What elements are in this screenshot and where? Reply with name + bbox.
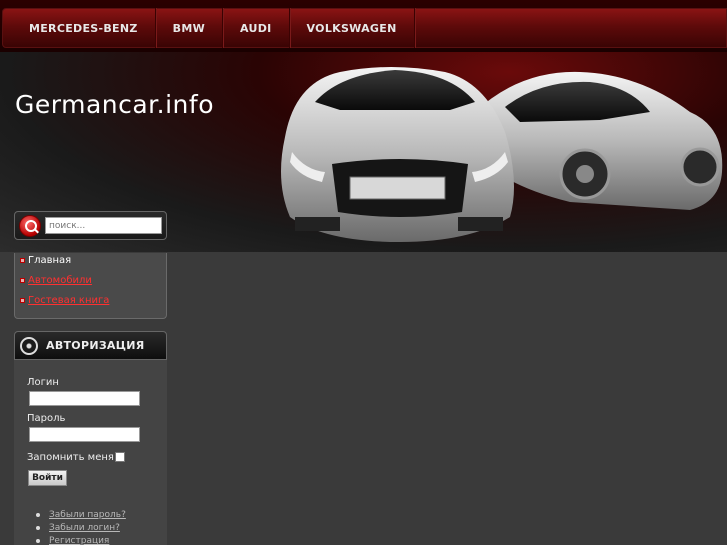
auth-panel-header: АВТОРИЗАЦИЯ bbox=[14, 331, 167, 360]
site-title: Germancar.info bbox=[15, 90, 214, 119]
bullet-icon bbox=[36, 513, 40, 517]
list-item: Регистрация bbox=[36, 536, 126, 545]
password-label: Пароль bbox=[27, 413, 66, 424]
list-item: Забыли пароль? bbox=[36, 510, 126, 520]
nav-item-bmw[interactable]: BMW bbox=[156, 8, 224, 48]
nav-item-volkswagen[interactable]: VOLKSWAGEN bbox=[290, 8, 415, 48]
cars-image bbox=[281, 67, 723, 242]
bullet-icon bbox=[20, 258, 25, 263]
list-item: Забыли логин? bbox=[36, 523, 126, 533]
login-button[interactable]: Войти bbox=[28, 470, 67, 486]
remember-label: Запомнить меня bbox=[27, 452, 114, 463]
forgot-login-link[interactable]: Забыли логин? bbox=[49, 523, 120, 533]
bullet-icon bbox=[20, 278, 25, 283]
search-box bbox=[14, 211, 167, 240]
forgot-password-link[interactable]: Забыли пароль? bbox=[49, 510, 126, 520]
auth-panel: Логин Пароль Запомнить меня Войти Забыли… bbox=[14, 360, 167, 545]
menu-item-home[interactable]: Главная bbox=[20, 255, 71, 266]
top-bar: MERCEDES-BENZ BMW AUDI VOLKSWAGEN bbox=[0, 0, 727, 52]
main-nav: MERCEDES-BENZ BMW AUDI VOLKSWAGEN bbox=[2, 8, 727, 48]
auth-panel-title: АВТОРИЗАЦИЯ bbox=[46, 339, 145, 352]
wheel-icon bbox=[20, 336, 38, 355]
login-input[interactable] bbox=[29, 391, 140, 406]
nav-item-audi[interactable]: AUDI bbox=[223, 8, 290, 48]
menu-item-home-label: Главная bbox=[28, 255, 72, 266]
search-input[interactable] bbox=[45, 217, 162, 234]
side-menu: Главная Автомобили Гостевая книга bbox=[14, 253, 167, 319]
register-link[interactable]: Регистрация bbox=[49, 536, 109, 545]
login-label: Логин bbox=[27, 377, 59, 388]
bullet-icon bbox=[20, 298, 25, 303]
password-input[interactable] bbox=[29, 427, 140, 442]
bullet-icon bbox=[36, 526, 40, 530]
menu-item-cars[interactable]: Автомобили bbox=[20, 275, 92, 286]
auth-links: Забыли пароль? Забыли логин? Регистрация bbox=[36, 510, 126, 545]
nav-item-mercedes-benz[interactable]: MERCEDES-BENZ bbox=[3, 8, 156, 48]
remember-checkbox[interactable] bbox=[115, 452, 125, 462]
menu-item-cars-link[interactable]: Автомобили bbox=[28, 275, 92, 286]
menu-item-guestbook[interactable]: Гостевая книга bbox=[20, 295, 109, 306]
search-icon[interactable] bbox=[19, 215, 41, 237]
menu-item-guestbook-link[interactable]: Гостевая книга bbox=[28, 295, 109, 306]
bullet-icon bbox=[36, 539, 40, 543]
